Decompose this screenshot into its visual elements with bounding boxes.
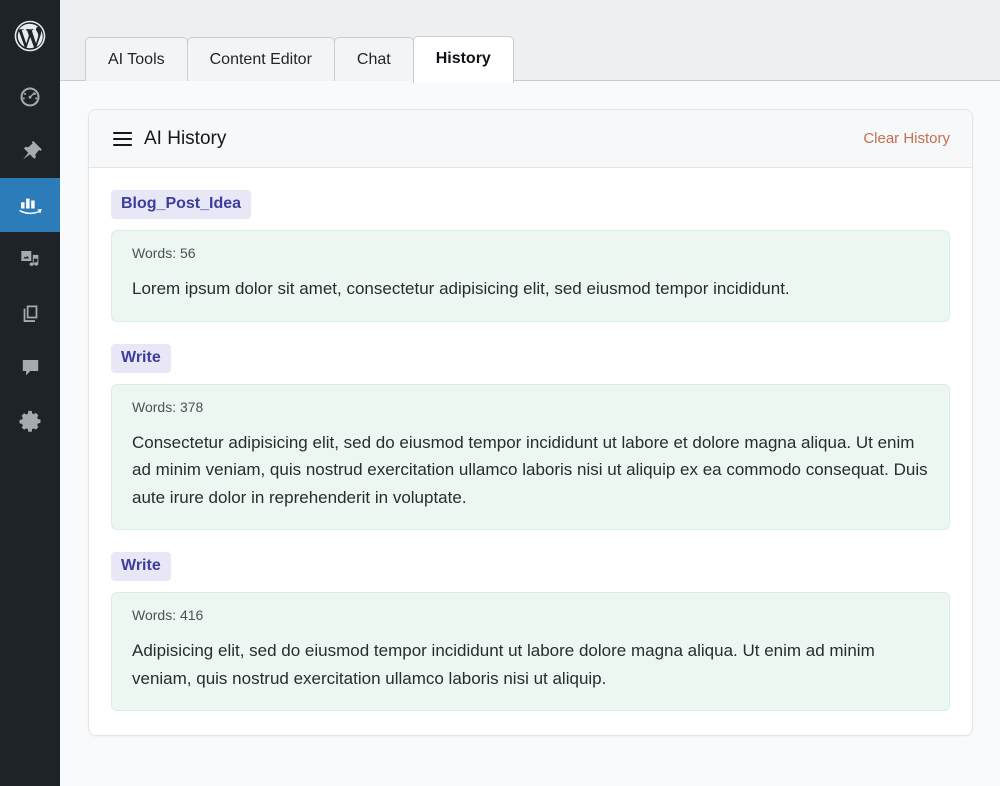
tab-ai-tools[interactable]: AI Tools (85, 37, 188, 81)
history-entry-badge[interactable]: Blog_Post_Idea (111, 190, 251, 219)
page-title: AI History (144, 129, 226, 148)
word-count-label: Words: 416 (132, 608, 929, 622)
sidebar-item-settings[interactable] (0, 394, 60, 448)
hamburger-bar (113, 144, 132, 146)
history-entry-text: Adipisicing elit, sed do eiusmod tempor … (132, 637, 929, 692)
dashboard-gauge-icon (17, 84, 43, 110)
history-entry-badge[interactable]: Write (111, 344, 171, 373)
main-panel: AI Tools Content Editor Chat History AI … (60, 0, 1000, 786)
tab-history[interactable]: History (413, 36, 514, 83)
hamburger-bar (113, 132, 132, 134)
pages-icon (18, 301, 43, 326)
tab-panel-history: AI History Clear History Blog_Post_Idea … (60, 81, 1000, 786)
sidebar-item-comments[interactable] (0, 340, 60, 394)
hamburger-bar (113, 138, 132, 140)
admin-sidebar (0, 0, 60, 786)
history-entry-badge[interactable]: Write (111, 552, 171, 581)
card-header: AI History Clear History (89, 110, 972, 168)
history-entry-text: Lorem ipsum dolor sit amet, consectetur … (132, 275, 929, 303)
sidebar-item-pages[interactable] (0, 286, 60, 340)
gear-icon (17, 408, 43, 434)
wordpress-icon (13, 19, 47, 53)
history-entry-box[interactable]: Words: 56 Lorem ipsum dolor sit amet, co… (111, 230, 950, 322)
media-icon (17, 246, 43, 272)
sidebar-item-dashboard[interactable] (0, 70, 60, 124)
history-entry: Write Words: 378 Consectetur adipisicing… (111, 344, 950, 531)
history-entry: Write Words: 416 Adipisicing elit, sed d… (111, 552, 950, 711)
word-count-label: Words: 378 (132, 400, 929, 414)
tab-bar: AI Tools Content Editor Chat History (60, 0, 1000, 81)
word-count-label: Words: 56 (132, 246, 929, 260)
history-entry-box[interactable]: Words: 378 Consectetur adipisicing elit,… (111, 384, 950, 531)
app-window: AI Tools Content Editor Chat History AI … (0, 0, 1000, 786)
history-entry: Blog_Post_Idea Words: 56 Lorem ipsum dol… (111, 190, 950, 322)
tab-chat[interactable]: Chat (334, 37, 414, 81)
ai-history-card: AI History Clear History Blog_Post_Idea … (88, 109, 973, 736)
clear-history-button[interactable]: Clear History (863, 131, 950, 146)
history-entry-text: Consectetur adipisicing elit, sed do eiu… (132, 429, 929, 512)
sidebar-item-wordpress-logo[interactable] (0, 8, 60, 64)
pin-icon (17, 138, 43, 164)
tab-list: AI Tools Content Editor Chat History (85, 34, 513, 81)
tab-content-editor[interactable]: Content Editor (187, 37, 335, 81)
card-header-left: AI History (113, 129, 226, 148)
comment-bubble-icon (18, 355, 43, 380)
bar-chart-icon (17, 192, 44, 219)
history-list: Blog_Post_Idea Words: 56 Lorem ipsum dol… (89, 168, 972, 735)
sidebar-item-posts[interactable] (0, 124, 60, 178)
sidebar-item-media[interactable] (0, 232, 60, 286)
sidebar-item-analytics[interactable] (0, 178, 60, 232)
history-entry-box[interactable]: Words: 416 Adipisicing elit, sed do eius… (111, 592, 950, 711)
hamburger-menu-icon[interactable] (113, 132, 132, 146)
